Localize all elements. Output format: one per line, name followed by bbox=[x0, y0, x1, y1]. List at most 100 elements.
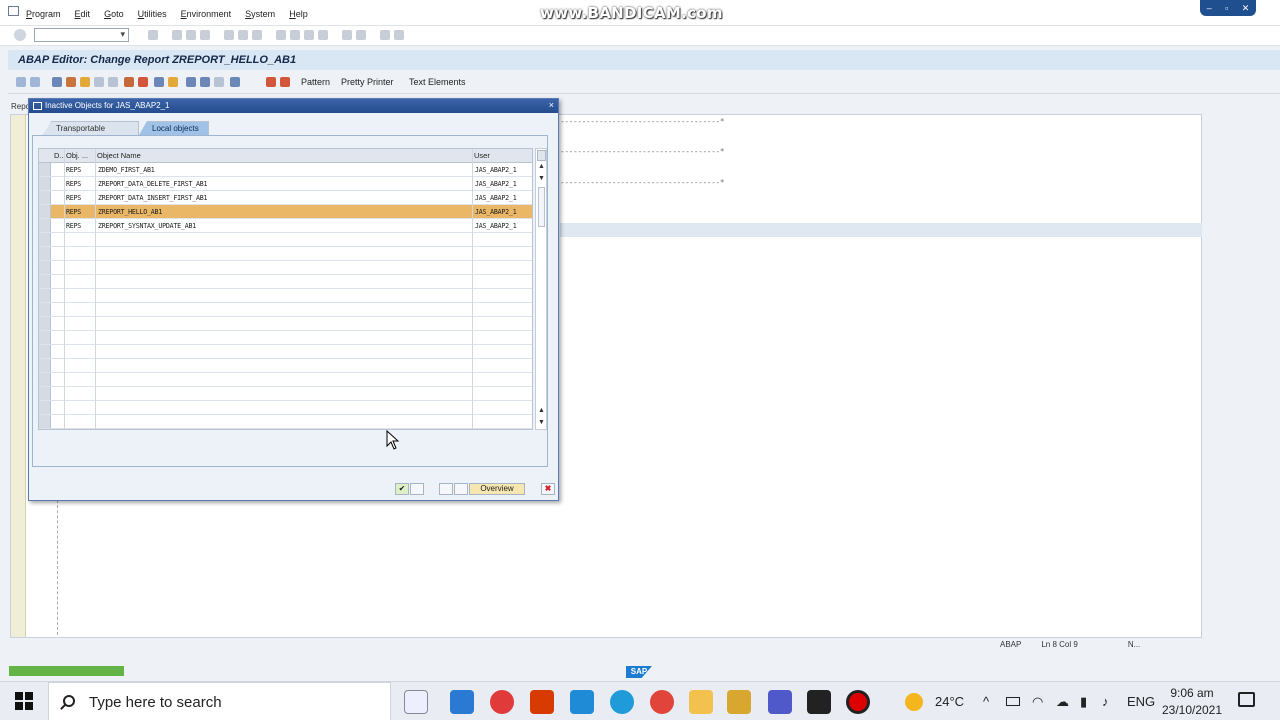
enter-icon[interactable] bbox=[14, 29, 26, 41]
deselect-all-icon[interactable] bbox=[454, 483, 468, 495]
menu-help[interactable]: Help bbox=[289, 9, 308, 19]
help-icon[interactable] bbox=[380, 30, 390, 40]
row-selector[interactable] bbox=[39, 401, 51, 414]
input-language[interactable]: ENG bbox=[1127, 694, 1155, 709]
previous-page-icon[interactable] bbox=[290, 30, 300, 40]
file-explorer-icon[interactable] bbox=[689, 690, 713, 714]
row-selector[interactable] bbox=[39, 359, 51, 372]
weather-temperature[interactable]: 24°C bbox=[935, 694, 964, 709]
teams-app-icon[interactable] bbox=[768, 690, 792, 714]
table-row[interactable] bbox=[39, 415, 532, 429]
table-row[interactable] bbox=[39, 331, 532, 345]
sap-logon-icon[interactable] bbox=[727, 690, 751, 714]
row-selector[interactable] bbox=[39, 205, 51, 218]
pretty-printer-button[interactable]: Pretty Printer bbox=[341, 77, 394, 87]
row-selector[interactable] bbox=[39, 247, 51, 260]
table-row[interactable] bbox=[39, 373, 532, 387]
scroll-thumb[interactable] bbox=[538, 187, 545, 227]
column-header-d[interactable]: D.. bbox=[54, 151, 64, 160]
cloud-icon[interactable]: ☁ bbox=[1056, 694, 1069, 710]
save-icon[interactable] bbox=[148, 30, 158, 40]
volume-icon[interactable]: ♪ bbox=[1102, 694, 1109, 709]
pattern-button[interactable]: Pattern bbox=[301, 77, 330, 87]
row-selector[interactable] bbox=[39, 289, 51, 302]
menu-edit[interactable]: Edit bbox=[75, 9, 91, 19]
menu-system[interactable]: System bbox=[245, 9, 275, 19]
command-field[interactable] bbox=[34, 28, 129, 42]
back-arrow-icon[interactable] bbox=[16, 77, 26, 87]
exit-icon[interactable] bbox=[186, 30, 196, 40]
row-selector[interactable] bbox=[39, 261, 51, 274]
object-list-icon[interactable] bbox=[138, 77, 148, 87]
column-header-object-name[interactable]: Object Name bbox=[97, 151, 141, 160]
close-window-button[interactable]: ✕ bbox=[1242, 3, 1250, 14]
column-settings-icon[interactable] bbox=[537, 150, 546, 161]
tab-transportable-objects[interactable]: Transportable Objects bbox=[43, 121, 139, 135]
task-view-icon[interactable] bbox=[404, 690, 428, 714]
notifications-icon[interactable] bbox=[1238, 692, 1255, 707]
table-row[interactable]: REPS ZREPORT_DATA_INSERT_FIRST_AB1 JAS_ABA… bbox=[39, 191, 532, 205]
breakpoint-icon[interactable] bbox=[200, 77, 210, 87]
cancel-dialog-icon[interactable]: ✖ bbox=[541, 483, 555, 495]
select-all-icon[interactable] bbox=[439, 483, 453, 495]
scroll-page-up-icon[interactable]: ▲ bbox=[538, 407, 545, 414]
taskbar-search-box[interactable]: Type here to search bbox=[48, 682, 391, 720]
table-row[interactable] bbox=[39, 261, 532, 275]
find-next-icon[interactable] bbox=[252, 30, 262, 40]
row-selector[interactable] bbox=[39, 303, 51, 316]
menu-environment[interactable]: Environment bbox=[181, 9, 232, 19]
where-used-icon[interactable] bbox=[124, 77, 134, 87]
system-menu-icon[interactable] bbox=[8, 6, 19, 16]
navigation-window-icon[interactable] bbox=[154, 77, 164, 87]
table-row[interactable] bbox=[39, 289, 532, 303]
scroll-down-small-icon[interactable]: ▼ bbox=[538, 175, 545, 182]
row-selector[interactable] bbox=[39, 387, 51, 400]
table-row[interactable] bbox=[39, 303, 532, 317]
tab-local-objects[interactable]: Local objects bbox=[139, 121, 209, 135]
activate-icon[interactable] bbox=[94, 77, 104, 87]
windows-start-icon[interactable] bbox=[15, 692, 33, 710]
scroll-up-icon[interactable]: ▲ bbox=[538, 163, 545, 170]
test-icon[interactable] bbox=[108, 77, 118, 87]
next-page-icon[interactable] bbox=[304, 30, 314, 40]
pattern-icon-a[interactable] bbox=[266, 77, 276, 87]
last-page-icon[interactable] bbox=[318, 30, 328, 40]
battery-icon[interactable] bbox=[1006, 697, 1020, 706]
media-app-icon[interactable] bbox=[807, 690, 831, 714]
layout-menu-icon[interactable] bbox=[394, 30, 404, 40]
row-selector[interactable] bbox=[39, 317, 51, 330]
show-hidden-icons-icon[interactable]: ^ bbox=[983, 694, 989, 709]
pattern-icon-b[interactable] bbox=[280, 77, 290, 87]
table-row[interactable] bbox=[39, 401, 532, 415]
table-row[interactable] bbox=[39, 359, 532, 373]
table-row[interactable] bbox=[39, 233, 532, 247]
find-icon[interactable] bbox=[238, 30, 248, 40]
print-icon[interactable] bbox=[224, 30, 234, 40]
usb-icon[interactable]: ▮ bbox=[1080, 694, 1087, 710]
continue-check-icon[interactable]: ✔ bbox=[395, 483, 409, 495]
info-icon[interactable] bbox=[230, 77, 240, 87]
row-selector[interactable] bbox=[39, 191, 51, 204]
other-object-icon[interactable] bbox=[66, 77, 76, 87]
taskbar-clock[interactable]: 9:06 am 23/10/2021 bbox=[1160, 685, 1224, 719]
row-selector[interactable] bbox=[39, 331, 51, 344]
chrome-browser-icon[interactable] bbox=[650, 690, 674, 714]
network-icon[interactable]: ◠ bbox=[1032, 694, 1043, 710]
table-row[interactable]: REPS ZREPORT_HELLO_AB1 JAS_ABAP2_1 bbox=[39, 205, 532, 219]
dialog-close-button[interactable]: × bbox=[549, 100, 554, 110]
row-selector[interactable] bbox=[39, 415, 51, 428]
restore-button[interactable]: ▫ bbox=[1225, 3, 1228, 13]
table-row[interactable] bbox=[39, 317, 532, 331]
row-selector[interactable] bbox=[39, 177, 51, 190]
activate-anyway-icon[interactable] bbox=[410, 483, 424, 495]
cancel-icon[interactable] bbox=[200, 30, 210, 40]
column-header-user[interactable]: User bbox=[474, 151, 490, 160]
menu-program[interactable]: Program bbox=[26, 9, 61, 19]
vscode-app-icon[interactable] bbox=[570, 690, 594, 714]
stack-icon[interactable] bbox=[214, 77, 224, 87]
minimize-button[interactable]: – bbox=[1207, 3, 1212, 13]
new-session-icon[interactable] bbox=[342, 30, 352, 40]
display-change-icon[interactable] bbox=[52, 77, 62, 87]
table-row[interactable]: REPS ZREPORT_DATA_DELETE_FIRST_AB1 JAS_ABA… bbox=[39, 177, 532, 191]
row-selector[interactable] bbox=[39, 233, 51, 246]
